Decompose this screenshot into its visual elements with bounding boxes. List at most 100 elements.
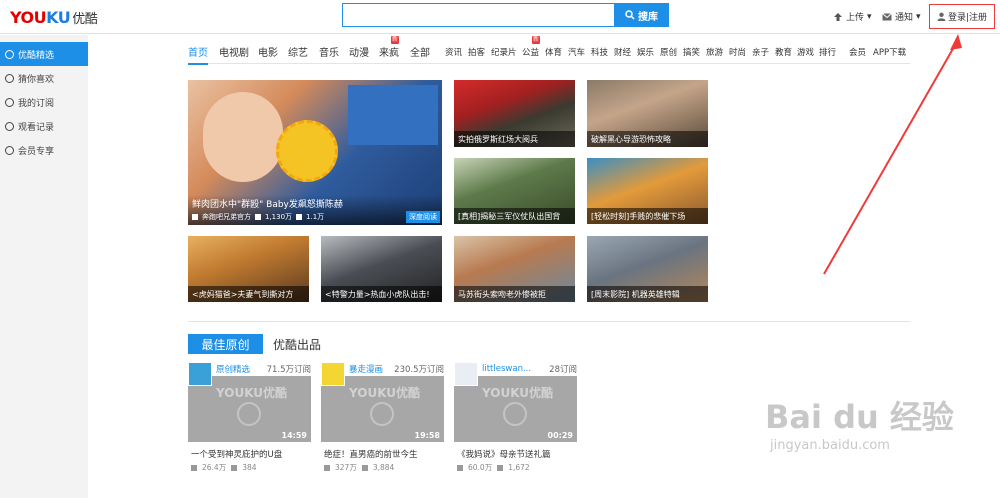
nav-laifeng[interactable]: 来疯: [379, 44, 399, 59]
card-channel[interactable]: littleswan...: [482, 364, 531, 374]
featured-channel[interactable]: 奔跑吧兄弟官方: [202, 212, 251, 222]
play-icon: [370, 402, 394, 426]
flower-emoji-icon: [276, 120, 338, 182]
search-input[interactable]: [342, 3, 615, 27]
nav-sub-original[interactable]: 原创: [660, 46, 677, 58]
video-tile[interactable]: <特警力量>热血小虎队出击!: [321, 236, 442, 302]
video-duration: 19:58: [414, 431, 440, 440]
nav-music[interactable]: 音乐: [319, 44, 339, 59]
video-title[interactable]: 《我妈说》母亲节送礼篇: [457, 448, 551, 460]
top-bar: YOUKU 优酷 搜库 上传 ▾ 通知 ▾ 登录|注册: [0, 0, 1000, 34]
sidebar: 优酷精选 猜你喜欢 我的订阅 观看记录 会员专享: [0, 35, 88, 498]
tab-youku-produced[interactable]: 优酷出品: [273, 336, 321, 353]
chevron-down-icon: ▾: [867, 11, 872, 22]
new-badge: 新: [532, 36, 540, 44]
play-icon: [255, 214, 261, 220]
notify-button[interactable]: 通知 ▾: [882, 10, 921, 23]
video-tile[interactable]: 马苏街头索吻老外惨被拒: [454, 236, 575, 302]
video-title[interactable]: 绝症！直男癌的前世今生: [324, 448, 418, 460]
video-tile[interactable]: 实拍俄罗斯红场大阅兵: [454, 80, 575, 147]
login-register-button[interactable]: 登录|注册: [929, 4, 995, 29]
nav-home[interactable]: 首页: [188, 44, 208, 65]
nav-sub-funny[interactable]: 搞笑: [683, 46, 700, 58]
nav-tv[interactable]: 电视剧: [219, 44, 249, 59]
baidu-watermark-url: jingyan.baidu.com: [770, 438, 890, 453]
nav-sub-app[interactable]: APP下载: [873, 46, 906, 58]
upload-button[interactable]: 上传 ▾: [833, 10, 872, 23]
video-card[interactable]: 原创精选 71.5万订阅 YOUKU优酷 14:59 一个受到神灵庇护的U盘 26…: [188, 362, 311, 472]
nav-sub-education[interactable]: 教育: [775, 46, 792, 58]
nav-sub-parenting[interactable]: 亲子: [752, 46, 769, 58]
logo-text-you: YOU: [10, 8, 47, 27]
nav-sub-fashion[interactable]: 时尚: [729, 46, 746, 58]
nav-sub-ranking[interactable]: 排行: [819, 46, 836, 58]
video-views: 327万: [335, 463, 357, 472]
card-channel[interactable]: 原创精选: [216, 363, 250, 375]
sidebar-item-label: 我的订阅: [18, 98, 55, 109]
sidebar-item-label: 优酷精选: [18, 50, 55, 61]
tile-caption: 实拍俄罗斯红场大阅兵: [454, 131, 575, 147]
card-subs: 71.5万订阅: [266, 365, 311, 375]
featured-video[interactable]: 鲜肉团水中"群殴" Baby发飙怒撕陈赫 奔跑吧兄弟官方 1,130万 1.1万…: [188, 80, 442, 225]
search-button[interactable]: 搜库: [614, 3, 669, 27]
video-card[interactable]: littleswan... 28订阅 YOUKU优酷 00:29 《我妈说》母亲节…: [454, 362, 577, 472]
youku-watermark: YOUKU优酷: [216, 386, 288, 400]
tile-caption: 破解黑心导游恐怖攻略: [587, 131, 708, 147]
nav-sub-travel[interactable]: 旅游: [706, 46, 723, 58]
video-tile[interactable]: [周末影院] 机器英雄特辑: [587, 236, 708, 302]
nav-sub-ent[interactable]: 娱乐: [637, 46, 654, 58]
sidebar-item-subscriptions[interactable]: 我的订阅: [0, 90, 88, 114]
nav-all[interactable]: 全部: [410, 44, 430, 59]
video-title[interactable]: 一个受到神灵庇护的U盘: [191, 448, 282, 460]
nav-sub-news[interactable]: 资讯: [445, 46, 462, 58]
channel-avatar[interactable]: [188, 362, 212, 386]
subscribe-icon: [5, 97, 14, 107]
nav-anime[interactable]: 动漫: [349, 44, 369, 59]
nav-variety[interactable]: 综艺: [288, 44, 308, 59]
baidu-watermark: Bai du 经验 jingyan.baidu.com: [765, 392, 954, 453]
sidebar-item-recommend[interactable]: 猜你喜欢: [0, 66, 88, 90]
video-card[interactable]: 暴走漫画 230.5万订阅 YOUKU优酷 19:58 绝症！直男癌的前世今生 3…: [321, 362, 444, 472]
youku-logo[interactable]: YOUKU 优酷: [10, 8, 98, 27]
tile-caption: [真相]揭秘三军仪仗队出国背: [454, 208, 575, 224]
user-icon: [937, 12, 946, 21]
sidebar-item-history[interactable]: 观看记录: [0, 114, 88, 138]
person-shape: [203, 92, 283, 182]
card-subs: 230.5万订阅: [394, 365, 444, 375]
nav-sub-charity[interactable]: 公益: [522, 46, 539, 58]
deep-read-badge[interactable]: 深度阅读: [406, 211, 440, 223]
video-duration: 14:59: [281, 431, 307, 440]
video-tile[interactable]: 破解黑心导游恐怖攻略: [587, 80, 708, 147]
comment-icon: [231, 464, 238, 471]
upload-icon: [834, 12, 842, 21]
login-register-label: 登录|注册: [947, 13, 988, 23]
video-tile[interactable]: <虎妈猫爸>夫妻气到撕对方: [188, 236, 309, 302]
featured-title[interactable]: 鲜肉团水中"群殴" Baby发飙怒撕陈赫: [192, 197, 438, 210]
nav-sub-documentary[interactable]: 纪录片: [491, 46, 517, 58]
video-tile[interactable]: [真相]揭秘三军仪仗队出国背: [454, 158, 575, 224]
tile-caption: [轻松时刻]手贱的悲催下场: [587, 208, 708, 224]
nav-sub-paike[interactable]: 拍客: [468, 46, 485, 58]
nav-sub-games[interactable]: 游戏: [797, 46, 814, 58]
video-tile[interactable]: [轻松时刻]手贱的悲催下场: [587, 158, 708, 224]
nav-sub-finance[interactable]: 财经: [614, 46, 631, 58]
nav-sub-tech[interactable]: 科技: [591, 46, 608, 58]
nav-sub-vip[interactable]: 会员: [849, 46, 866, 58]
card-channel[interactable]: 暴走漫画: [349, 363, 383, 375]
sidebar-item-vip[interactable]: 会员专享: [0, 138, 88, 162]
nav-sub-sports[interactable]: 体育: [545, 46, 562, 58]
tile-caption: 马苏街头索吻老外惨被拒: [454, 286, 575, 302]
tab-best-original[interactable]: 最佳原创: [188, 334, 263, 354]
featured-comments: 1.1万: [306, 213, 325, 221]
notify-label: 通知: [895, 13, 914, 23]
channel-avatar[interactable]: [321, 362, 345, 386]
featured-caption: 鲜肉团水中"群殴" Baby发飙怒撕陈赫 奔跑吧兄弟官方 1,130万 1.1万: [188, 195, 442, 225]
nav-sub-auto[interactable]: 汽车: [568, 46, 585, 58]
nav-movie[interactable]: 电影: [258, 44, 278, 59]
logo-text-cn: 优酷: [72, 12, 98, 27]
channel-avatar[interactable]: [454, 362, 478, 386]
featured-icon: [5, 49, 14, 59]
sidebar-item-featured[interactable]: 优酷精选: [0, 42, 88, 66]
channel-icon: [192, 214, 198, 220]
search-button-label: 搜库: [638, 11, 658, 23]
